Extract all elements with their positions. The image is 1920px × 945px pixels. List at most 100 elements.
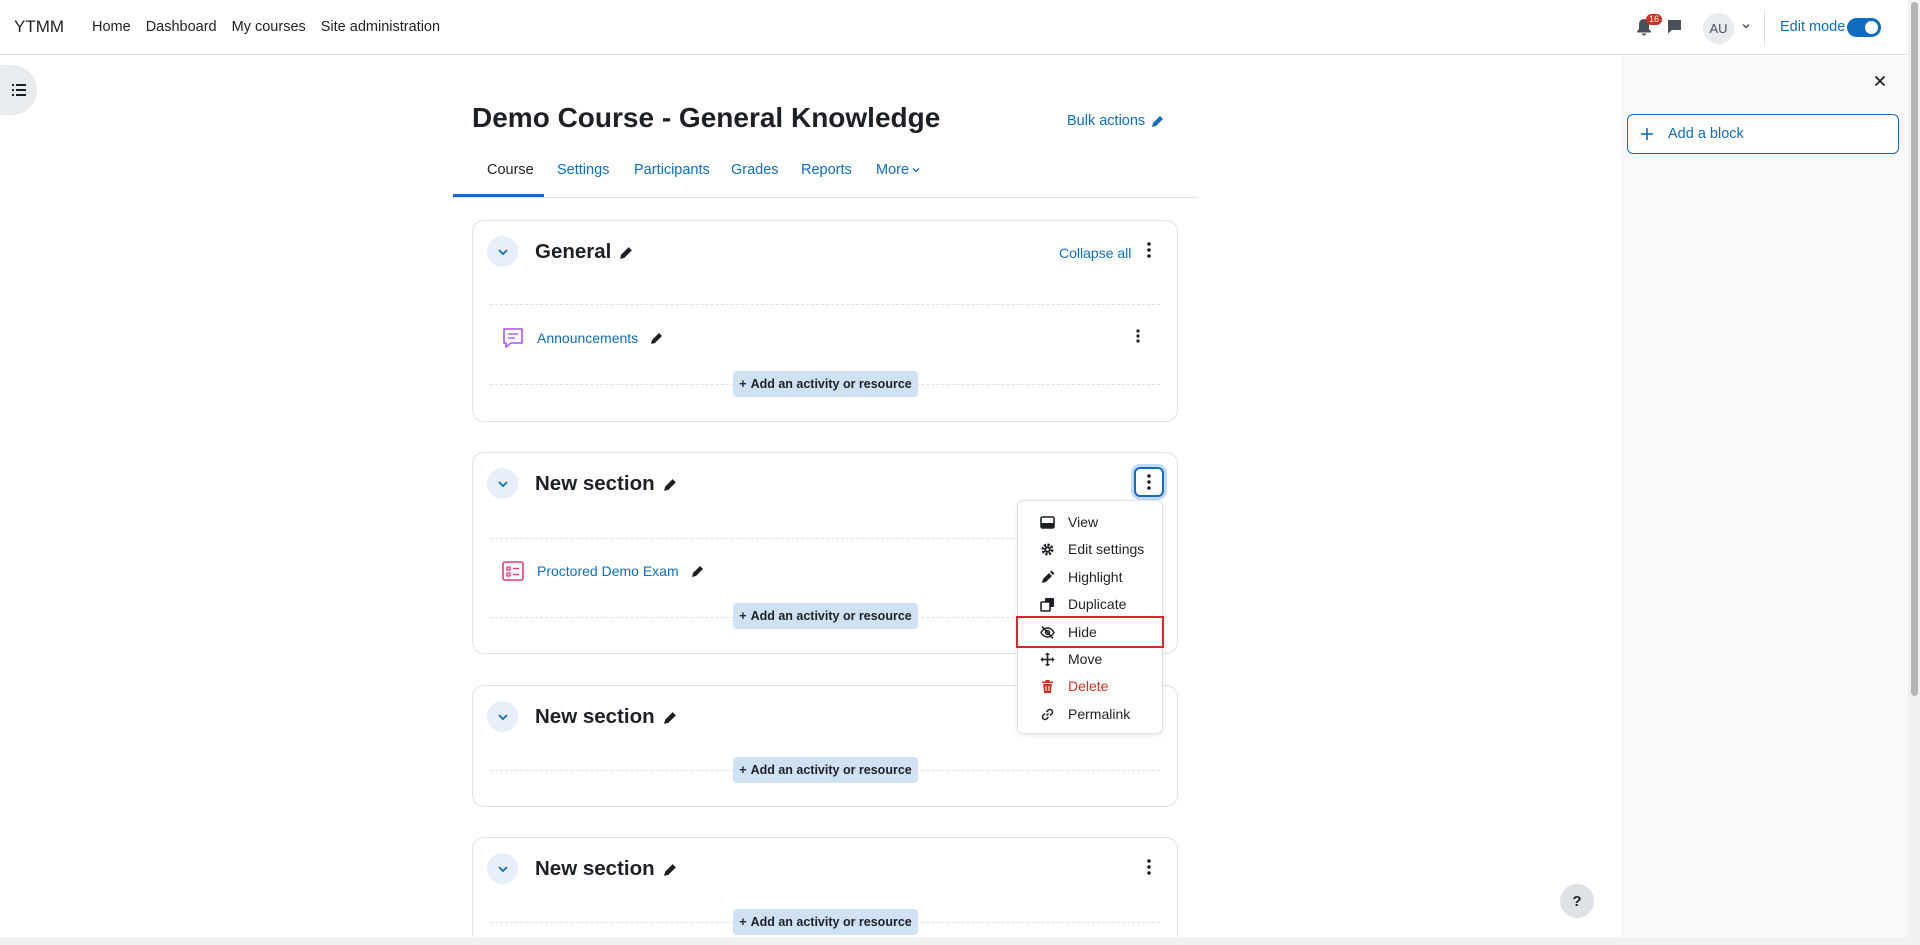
menu-item-label: Edit settings [1068, 541, 1145, 557]
menu-item-permalink[interactable]: Permalink [1018, 702, 1162, 726]
quiz-icon [502, 561, 524, 581]
plus-icon: + [739, 377, 747, 391]
forum-icon [503, 328, 523, 348]
duplicate-icon [1040, 598, 1054, 612]
section-menu-button[interactable] [1136, 237, 1162, 263]
activity-menu-button[interactable] [1125, 323, 1151, 349]
section-title: New section [535, 705, 678, 729]
nav-link-dashboard[interactable]: Dashboard [146, 19, 217, 35]
menu-item-label: Highlight [1068, 569, 1123, 585]
kebab-menu-icon [1147, 474, 1151, 490]
menu-item-edit-settings[interactable]: Edit settings [1018, 537, 1162, 561]
add-activity-button[interactable]: + Add an activity or resource [733, 371, 918, 397]
plus-icon: + [739, 763, 747, 777]
menu-item-label: Delete [1068, 678, 1109, 694]
section-collapse-toggle[interactable] [487, 853, 518, 884]
block-drawer [1622, 56, 1908, 945]
chevron-down-icon [912, 168, 920, 173]
chevron-down-icon [497, 713, 508, 720]
add-activity-button[interactable]: + Add an activity or resource [733, 757, 918, 783]
collapse-all-link[interactable]: Collapse all [1059, 245, 1131, 261]
add-activity-label: Add an activity or resource [750, 377, 912, 391]
tab-course[interactable]: Course [487, 162, 534, 178]
add-block-label: Add a block [1668, 126, 1744, 142]
section-menu-button[interactable] [1136, 854, 1162, 880]
pencil-icon[interactable] [663, 477, 678, 492]
nav-link-site-administration[interactable]: Site administration [321, 19, 440, 35]
nav-link-my-courses[interactable]: My courses [232, 19, 306, 35]
navbar-divider [1764, 10, 1765, 46]
menu-item-label: Duplicate [1068, 596, 1127, 612]
section-title-text: New section [535, 705, 655, 728]
section-menu-button[interactable] [1134, 467, 1164, 497]
divider [490, 304, 1160, 305]
view-icon [1040, 516, 1055, 529]
menu-item-view[interactable]: View [1018, 510, 1162, 534]
edit-mode-label: Edit mode [1780, 19, 1846, 35]
pencil-icon[interactable] [663, 710, 678, 725]
help-button[interactable]: ? [1560, 884, 1594, 918]
section-title-text: New section [535, 472, 655, 495]
menu-item-label: View [1068, 514, 1099, 530]
menu-item-highlight[interactable]: Highlight [1018, 565, 1162, 589]
chevron-down-icon [497, 480, 508, 487]
activity-link[interactable]: Announcements [537, 330, 638, 346]
tab-settings[interactable]: Settings [557, 162, 609, 178]
chevron-down-icon[interactable] [1741, 21, 1751, 31]
tab-more[interactable]: More [876, 162, 920, 178]
menu-item-label: Move [1068, 651, 1103, 667]
tab-more-label: More [876, 162, 910, 178]
chevron-down-icon [497, 865, 508, 872]
edit-mode-toggle[interactable] [1847, 18, 1881, 37]
activity-link[interactable]: Proctored Demo Exam [537, 563, 679, 579]
bulk-actions-button[interactable]: Bulk actions [1067, 113, 1165, 129]
top-navbar: YTMM Home Dashboard My courses Site admi… [0, 0, 1908, 55]
add-activity-button[interactable]: + Add an activity or resource [733, 909, 918, 935]
scrollbar-thumb[interactable] [1911, 2, 1918, 696]
section-collapse-toggle[interactable] [487, 468, 518, 499]
section-title: New section [535, 472, 678, 496]
section-title-text: New section [535, 857, 655, 880]
section-title: New section [535, 857, 678, 881]
user-avatar[interactable]: AU [1703, 13, 1734, 44]
plus-icon: + [739, 915, 747, 929]
activity-item: Proctored Demo Exam [501, 559, 705, 583]
course-tabs: Course Settings Participants Grades Repo… [453, 150, 1198, 198]
menu-item-delete[interactable]: Delete [1018, 674, 1162, 698]
kebab-menu-icon [1136, 329, 1140, 343]
tab-participants[interactable]: Participants [634, 162, 710, 178]
menu-item-move[interactable]: Move [1018, 647, 1162, 671]
section-title-text: General [535, 240, 612, 263]
page-title: Demo Course - General Knowledge [472, 102, 941, 133]
plus-icon: + [739, 609, 747, 623]
pencil-icon[interactable] [650, 331, 664, 345]
tab-reports[interactable]: Reports [801, 162, 852, 178]
tab-grades[interactable]: Grades [731, 162, 779, 178]
horizontal-scrollbar[interactable] [0, 937, 1908, 945]
menu-item-duplicate[interactable]: Duplicate [1018, 592, 1162, 616]
section-collapse-toggle[interactable] [487, 701, 518, 732]
messages-icon[interactable] [1666, 18, 1683, 35]
bulk-actions-label: Bulk actions [1067, 113, 1146, 129]
chevron-down-icon [497, 248, 508, 255]
nav-link-home[interactable]: Home [92, 19, 131, 35]
activity-item: Announcements [501, 326, 664, 350]
list-icon [11, 84, 26, 96]
course-section-general: General Collapse all Announcements + Add… [472, 220, 1178, 422]
gear-icon [1041, 543, 1054, 556]
pencil-icon[interactable] [619, 245, 634, 260]
add-activity-label: Add an activity or resource [750, 915, 912, 929]
section-collapse-toggle[interactable] [487, 236, 518, 267]
plus-icon [1641, 128, 1653, 140]
notification-count-badge: 16 [1646, 14, 1663, 25]
pencil-icon [1152, 116, 1164, 127]
add-activity-button[interactable]: + Add an activity or resource [733, 603, 918, 629]
close-icon[interactable] [1872, 73, 1888, 89]
site-brand[interactable]: YTMM [14, 17, 64, 37]
pencil-icon[interactable] [691, 564, 705, 578]
add-block-button[interactable]: Add a block [1627, 114, 1899, 154]
course-index-toggle[interactable] [0, 65, 37, 115]
pencil-icon[interactable] [663, 862, 678, 877]
course-section: New section + Add an activity or resourc… [472, 837, 1178, 945]
menu-item-label: Permalink [1068, 706, 1131, 722]
